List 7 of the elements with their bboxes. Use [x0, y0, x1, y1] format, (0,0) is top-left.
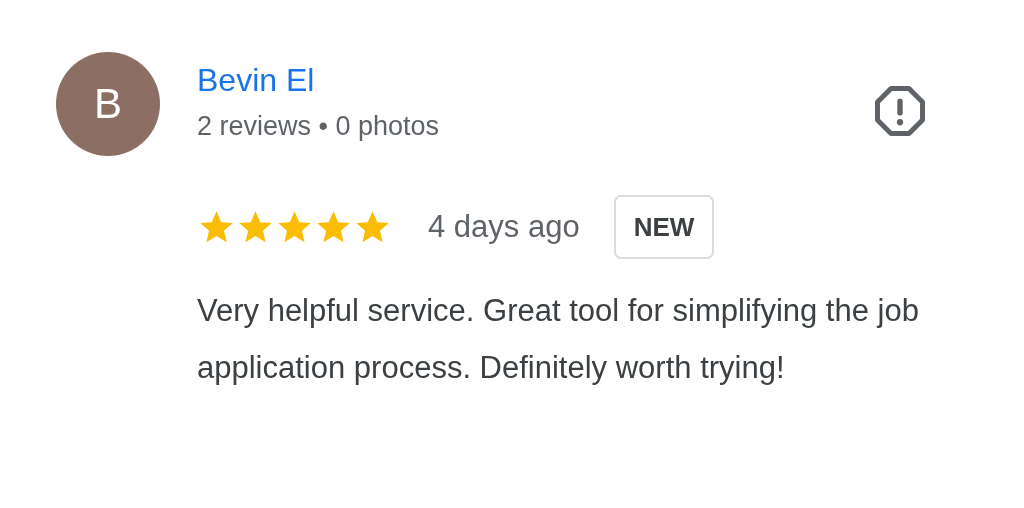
reviewer-stats: 2 reviews • 0 photos	[197, 110, 440, 143]
review-time: 4 days ago	[428, 209, 580, 245]
review-text: Very helpful service. Great tool for simplifying the job application process. Definitely worth trying!	[197, 292, 920, 387]
report-icon[interactable]	[873, 84, 927, 138]
avatar[interactable]: B	[56, 52, 160, 156]
reviewer-name[interactable]: Bevin El	[197, 60, 440, 100]
new-badge: NEW	[613, 195, 715, 259]
